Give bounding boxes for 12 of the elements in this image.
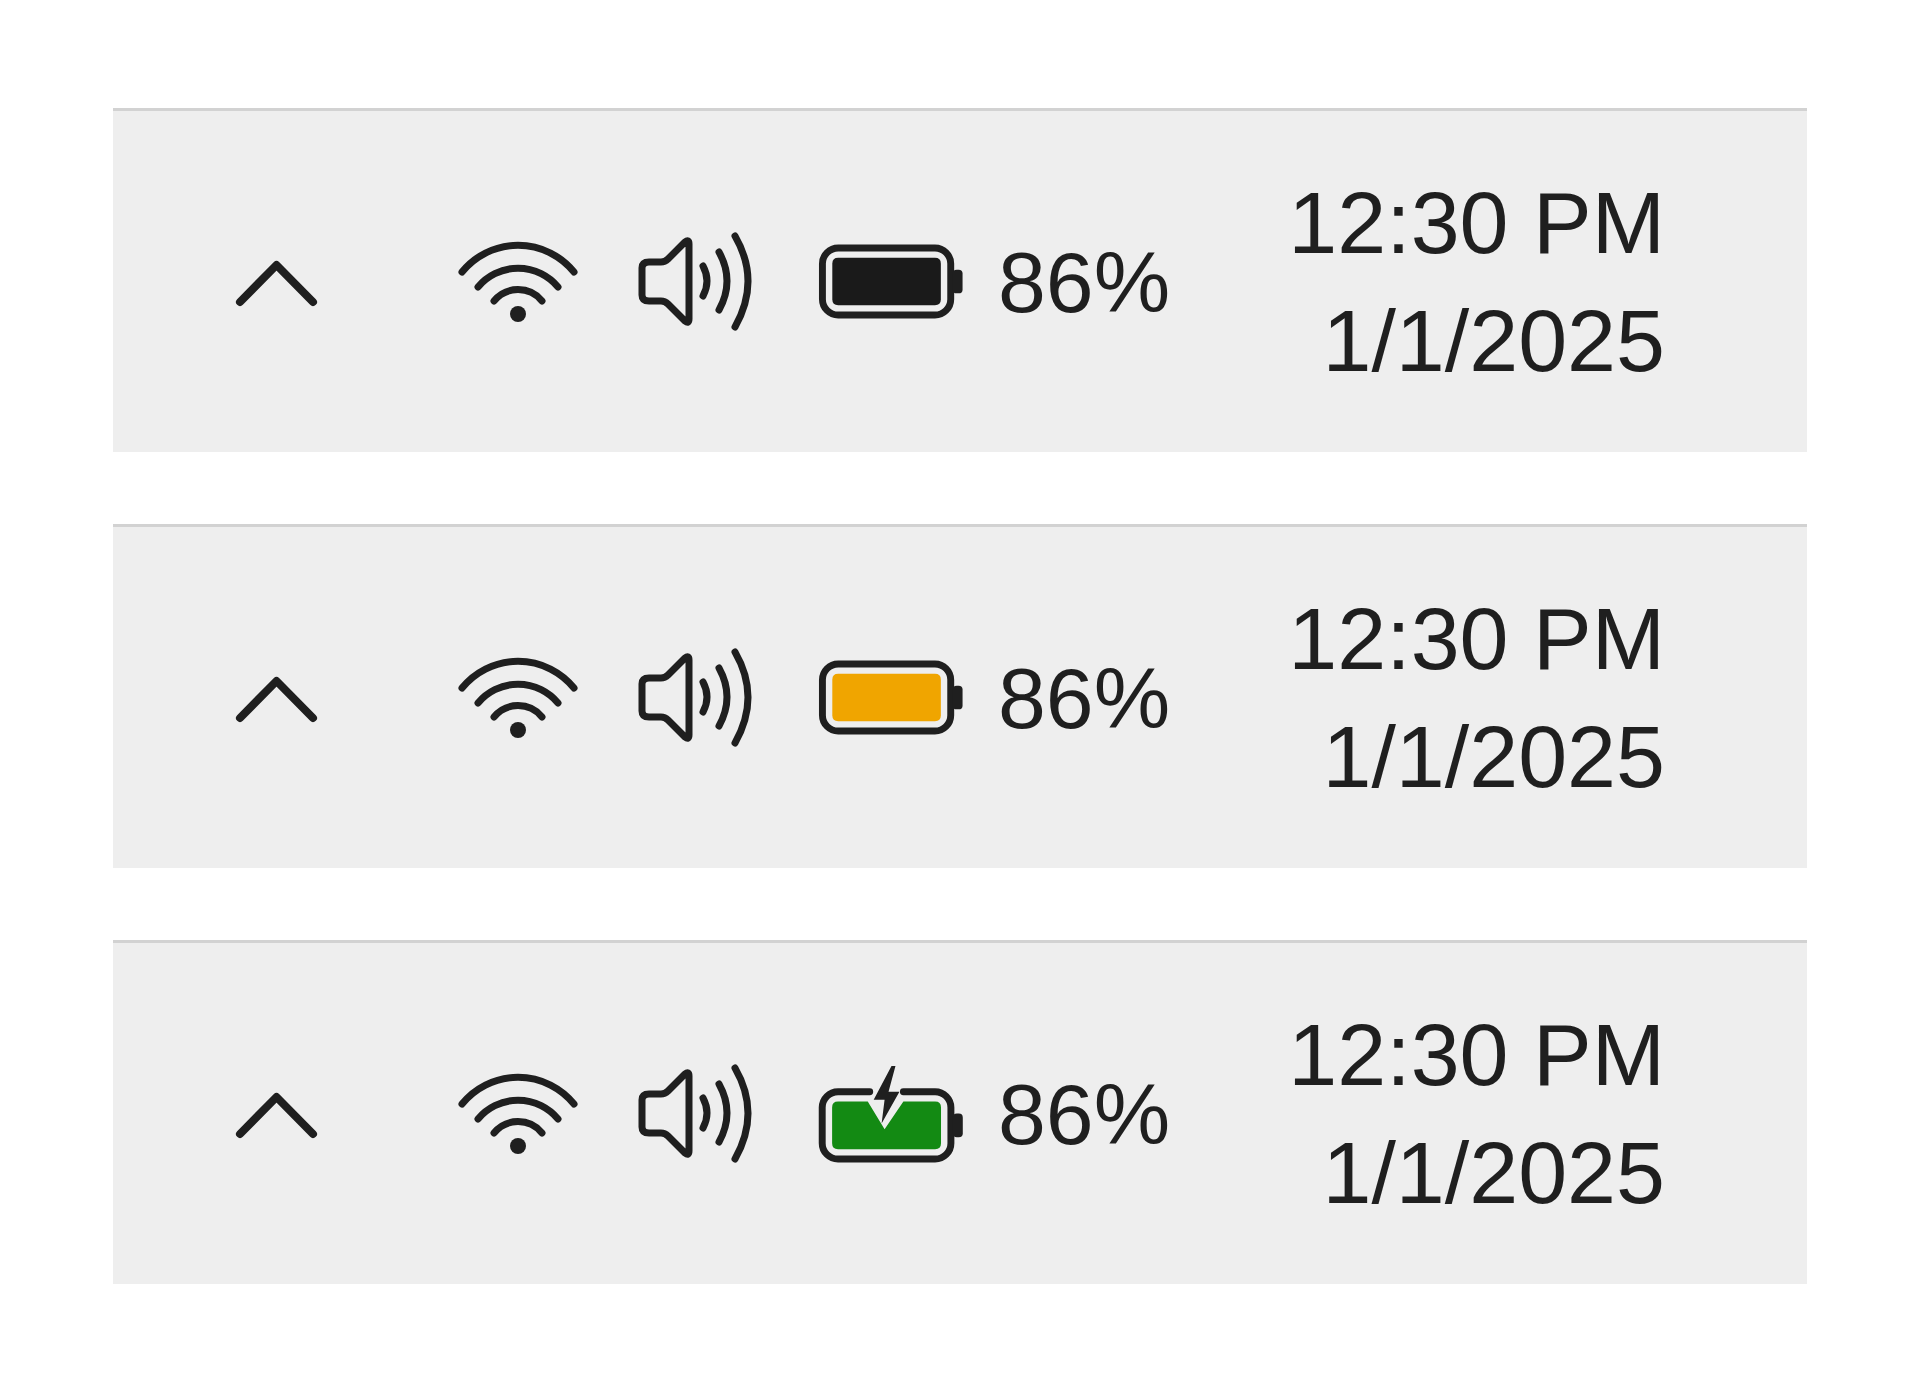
clock-date: 1/1/2025 [1322,289,1665,392]
wifi-icon[interactable] [457,1072,579,1155]
clock-time: 12:30 PM [1288,1003,1665,1106]
clock-date: 1/1/2025 [1322,705,1665,808]
clock-time: 12:30 PM [1288,171,1665,274]
clock-date: 1/1/2025 [1322,1121,1665,1224]
clock-time: 12:30 PM [1288,587,1665,690]
wifi-icon[interactable] [457,656,579,739]
wifi-icon[interactable] [457,240,579,323]
battery-percentage: 86% [998,654,1171,741]
battery-percentage: 86% [998,1070,1171,1157]
battery-percentage: 86% [998,238,1171,325]
